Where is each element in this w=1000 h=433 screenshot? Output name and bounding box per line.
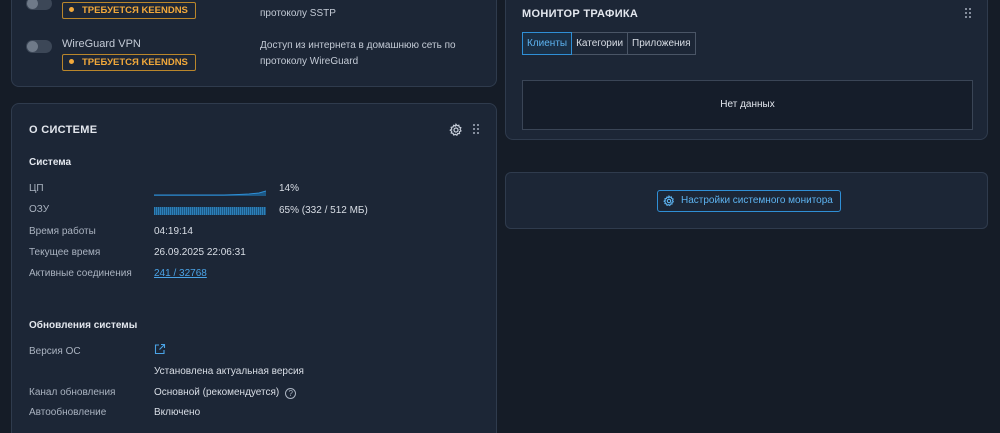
gear-icon bbox=[663, 195, 675, 207]
auto-update-value: Включено bbox=[154, 407, 201, 418]
ram-bar bbox=[154, 207, 266, 215]
ram-value: 65% (332 / 512 МБ) bbox=[279, 205, 368, 216]
keendns-badge: ТРЕБУЕТСЯ KEENDNS bbox=[62, 2, 196, 19]
external-link-icon[interactable] bbox=[154, 343, 166, 355]
uptime-label: Время работы bbox=[29, 226, 96, 237]
badge-dot-icon bbox=[69, 7, 74, 12]
tab-applications[interactable]: Приложения bbox=[628, 32, 696, 55]
traffic-tabs: Клиенты Категории Приложения bbox=[522, 32, 696, 55]
system-monitor-card: Настройки системного монитора bbox=[505, 172, 988, 229]
os-status: Установлена актуальная версия bbox=[154, 366, 304, 377]
ram-label: ОЗУ bbox=[29, 204, 50, 215]
tab-categories[interactable]: Категории bbox=[572, 32, 629, 55]
vpn-description: Доступ из интернета в домашнюю сеть по п… bbox=[260, 40, 456, 67]
connections-label: Активные соединения bbox=[29, 268, 132, 279]
drag-handle-icon[interactable] bbox=[965, 8, 973, 20]
card-title: МОНИТОР ТРАФИКА bbox=[522, 8, 639, 20]
vpn-description: протоколу SSTP bbox=[260, 8, 336, 19]
tab-clients[interactable]: Клиенты bbox=[522, 32, 573, 55]
system-card: О СИСТЕМЕ Система ЦП 14% ОЗУ 65% (332 / … bbox=[11, 103, 497, 433]
connections-link[interactable]: 241 / 32768 bbox=[154, 268, 207, 279]
section-title: Система bbox=[29, 157, 72, 168]
cpu-value: 14% bbox=[279, 183, 300, 194]
vpn-name: WireGuard VPN bbox=[62, 38, 141, 50]
traffic-monitor-card: МОНИТОР ТРАФИКА Клиенты Категории Прилож… bbox=[505, 0, 988, 140]
channel-label: Канал обновления bbox=[29, 387, 116, 398]
cpu-graph bbox=[154, 190, 266, 196]
drag-handle-icon[interactable] bbox=[473, 124, 481, 136]
uptime-value: 04:19:14 bbox=[154, 226, 193, 237]
sstp-toggle[interactable] bbox=[26, 0, 52, 10]
cpu-label: ЦП bbox=[29, 183, 44, 194]
os-label: Версия ОС bbox=[29, 346, 81, 357]
card-title: О СИСТЕМЕ bbox=[29, 124, 98, 136]
channel-value: Основной (рекомендуется)? bbox=[154, 387, 297, 399]
wireguard-toggle[interactable] bbox=[26, 40, 52, 53]
time-label: Текущее время bbox=[29, 247, 101, 258]
time-value: 26.09.2025 22:06:31 bbox=[154, 247, 246, 258]
system-monitor-settings-button[interactable]: Настройки системного монитора bbox=[657, 190, 841, 212]
keendns-badge: ТРЕБУЕТСЯ KEENDNS bbox=[62, 54, 196, 71]
vpn-card: ТРЕБУЕТСЯ KEENDNS протоколу SSTP WireGua… bbox=[11, 0, 497, 87]
auto-update-label: Автообновление bbox=[29, 407, 107, 418]
section-title: Обновления системы bbox=[29, 320, 138, 331]
no-data-message: Нет данных bbox=[522, 80, 973, 130]
gear-icon[interactable] bbox=[449, 123, 463, 137]
badge-dot-icon bbox=[69, 59, 74, 64]
help-icon[interactable]: ? bbox=[285, 388, 297, 399]
